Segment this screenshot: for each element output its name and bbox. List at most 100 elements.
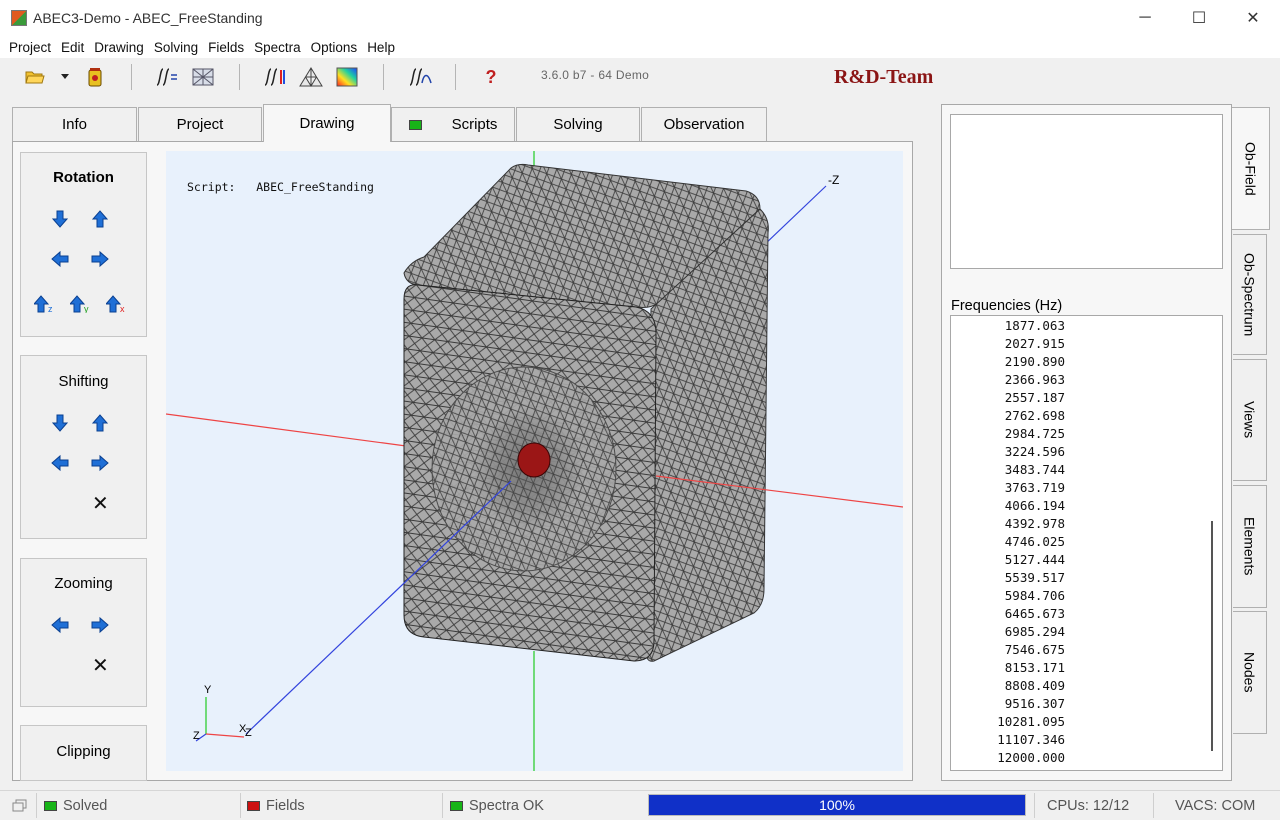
frequencies-label: Frequencies (Hz) xyxy=(951,298,1063,314)
tab-ob-field[interactable]: Ob-Field xyxy=(1232,107,1270,230)
shift-up-arrow-icon[interactable] xyxy=(91,414,109,432)
tab-elements[interactable]: Elements xyxy=(1233,485,1267,608)
rotate-y-axis-icon[interactable]: y xyxy=(70,295,92,313)
tab-observation[interactable]: Observation xyxy=(641,107,767,141)
frequency-item[interactable]: 6465.673 xyxy=(951,605,1065,623)
tab-info[interactable]: Info xyxy=(12,107,137,141)
svg-text:y: y xyxy=(84,304,89,313)
rotate-right-arrow-icon[interactable] xyxy=(91,250,109,268)
status-cpus: CPUs: 12/12 xyxy=(1047,797,1130,814)
menu-project[interactable]: Project xyxy=(4,40,56,55)
status-spectra: Spectra OK xyxy=(469,797,544,814)
frequency-item[interactable]: 4392.978 xyxy=(951,515,1065,533)
frequency-item[interactable]: 4746.025 xyxy=(951,533,1065,551)
zoom-reset-icon[interactable]: ✕ xyxy=(92,653,109,678)
menu-edit[interactable]: Edit xyxy=(56,40,89,55)
frequency-item[interactable]: 5984.706 xyxy=(951,587,1065,605)
tab-project[interactable]: Project xyxy=(138,107,262,141)
frequency-item[interactable]: 7546.675 xyxy=(951,641,1065,659)
close-button[interactable]: ✕ xyxy=(1226,0,1280,36)
solve-equations-icon[interactable] xyxy=(152,64,180,90)
frequency-item[interactable]: 2557.187 xyxy=(951,389,1065,407)
tab-ob-spectrum[interactable]: Ob-Spectrum xyxy=(1233,234,1267,355)
help-icon[interactable]: ? xyxy=(480,64,502,90)
script-label: Script: ABEC_FreeStanding xyxy=(187,180,374,194)
frequency-item[interactable]: 11107.346 xyxy=(951,731,1065,749)
frequency-item[interactable]: 6985.294 xyxy=(951,623,1065,641)
frequency-item[interactable]: 2190.890 xyxy=(951,353,1065,371)
svg-text:z: z xyxy=(48,304,53,313)
triangle-mesh-icon[interactable] xyxy=(298,64,324,90)
tab-scripts[interactable]: Scripts xyxy=(391,107,515,141)
frequency-item[interactable]: 3483.744 xyxy=(951,461,1065,479)
menu-bar: Project Edit Drawing Solving Fields Spec… xyxy=(0,36,1280,58)
progress-text: 100% xyxy=(819,797,855,813)
minimize-button[interactable]: ─ xyxy=(1118,0,1172,36)
frequency-item[interactable]: 8153.171 xyxy=(951,659,1065,677)
spectra-solve-icon[interactable] xyxy=(260,64,288,90)
shift-reset-icon[interactable]: ✕ xyxy=(92,491,109,516)
open-dropdown-icon[interactable] xyxy=(58,64,72,90)
progress-bar: 100% xyxy=(648,794,1026,816)
tab-solving[interactable]: Solving xyxy=(516,107,640,141)
frequency-item[interactable]: 9516.307 xyxy=(951,695,1065,713)
menu-solving[interactable]: Solving xyxy=(149,40,203,55)
shift-left-arrow-icon[interactable] xyxy=(51,454,69,472)
shift-down-arrow-icon[interactable] xyxy=(51,414,69,432)
frequency-item[interactable]: 2027.915 xyxy=(951,335,1065,353)
tab-drawing[interactable]: Drawing xyxy=(263,104,391,142)
shifting-group: Shifting xyxy=(20,355,147,539)
frequency-scrollbar[interactable] xyxy=(1211,521,1213,751)
triad-y-label: Y xyxy=(204,684,212,696)
menu-drawing[interactable]: Drawing xyxy=(89,40,149,55)
frequency-item[interactable]: 10281.095 xyxy=(951,713,1065,731)
status-fields: Fields xyxy=(266,797,305,814)
menu-help[interactable]: Help xyxy=(362,40,400,55)
open-folder-icon[interactable] xyxy=(24,64,46,90)
version-label: 3.6.0 b7 - 64 Demo xyxy=(541,68,650,82)
zoom-out-arrow-icon[interactable] xyxy=(51,616,69,634)
frequency-item[interactable]: 2762.698 xyxy=(951,407,1065,425)
frequency-list[interactable]: 1877.063 2027.915 2190.890 2366.963 2557.187… xyxy=(950,315,1223,771)
field-colormap-icon[interactable] xyxy=(334,64,360,90)
svg-text:x: x xyxy=(120,304,125,313)
title-bar: ABEC3-Demo - ABEC_FreeStanding ─ ☐ ✕ xyxy=(0,0,1280,36)
clipping-group: Clipping xyxy=(20,725,147,781)
observation-solve-icon[interactable] xyxy=(405,64,433,90)
observation-field-box xyxy=(950,114,1223,269)
script-name: ABEC_FreeStanding xyxy=(256,180,374,194)
project-jar-icon[interactable] xyxy=(84,64,106,90)
solved-led xyxy=(44,800,57,811)
frequency-item[interactable]: 4066.194 xyxy=(951,497,1065,515)
frequency-item[interactable]: 5127.444 xyxy=(951,551,1065,569)
frequency-item[interactable]: 2366.963 xyxy=(951,371,1065,389)
rotate-up-arrow-icon[interactable] xyxy=(91,210,109,228)
frequency-item[interactable]: 5539.517 xyxy=(951,569,1065,587)
menu-fields[interactable]: Fields xyxy=(203,40,249,55)
status-grip-icon xyxy=(12,791,28,820)
menu-options[interactable]: Options xyxy=(306,40,363,55)
rotate-down-arrow-icon[interactable] xyxy=(51,210,69,228)
app-icon xyxy=(11,10,27,26)
zoom-in-arrow-icon[interactable] xyxy=(91,616,109,634)
rotate-x-axis-icon[interactable]: x xyxy=(106,295,128,313)
frequency-item[interactable]: 3224.596 xyxy=(951,443,1065,461)
triad-z-label: Z xyxy=(193,730,200,742)
mesh-grid-icon[interactable] xyxy=(190,64,216,90)
tab-views[interactable]: Views xyxy=(1233,359,1267,481)
shift-right-arrow-icon[interactable] xyxy=(91,454,109,472)
3d-viewport[interactable]: -Z Y Z X Z xyxy=(166,151,903,771)
frequency-item[interactable]: 3763.719 xyxy=(951,479,1065,497)
rotate-left-arrow-icon[interactable] xyxy=(51,250,69,268)
frequency-item[interactable]: 2984.725 xyxy=(951,425,1065,443)
frequency-item[interactable]: 8808.409 xyxy=(951,677,1065,695)
frequency-item[interactable]: 1877.063 xyxy=(951,317,1065,335)
maximize-button[interactable]: ☐ xyxy=(1172,0,1226,36)
neg-z-axis-label: -Z xyxy=(828,173,840,187)
frequency-item[interactable]: 12000.000 xyxy=(951,749,1065,767)
menu-spectra[interactable]: Spectra xyxy=(249,40,306,55)
rotate-z-axis-icon[interactable]: z xyxy=(34,295,56,313)
scripts-status-led xyxy=(408,119,422,130)
status-bar: Solved Fields Spectra OK 100% CPUs: 12/1… xyxy=(0,790,1280,819)
tab-nodes[interactable]: Nodes xyxy=(1233,611,1267,734)
